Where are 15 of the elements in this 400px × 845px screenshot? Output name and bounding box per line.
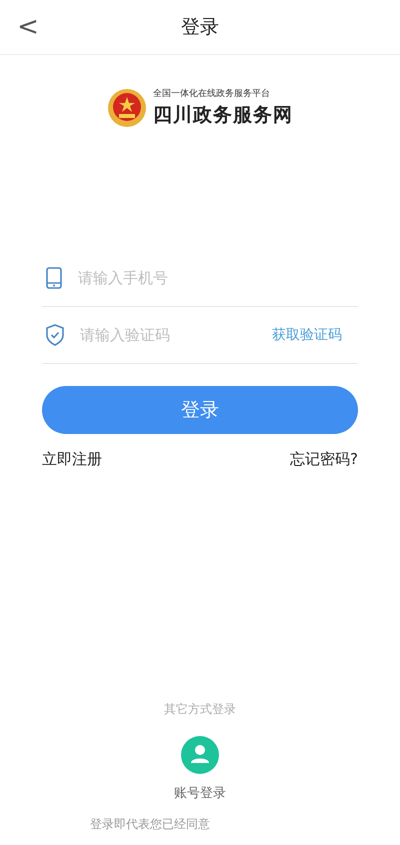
- agreement-text: 登录即代表您已经同意: [90, 816, 211, 833]
- code-input[interactable]: 请输入验证码: [78, 326, 258, 344]
- other-login-title: 其它方式登录: [163, 701, 237, 718]
- page-title: 登录: [180, 15, 220, 40]
- back-button[interactable]: <: [16, 12, 40, 42]
- phone-input[interactable]: 请输入手机号: [76, 268, 358, 288]
- register-link[interactable]: 立即注册: [42, 450, 102, 469]
- account-login-button[interactable]: 账号登录: [174, 736, 226, 802]
- phone-icon: [46, 267, 62, 289]
- shield-check-icon: [46, 324, 64, 346]
- emblem-icon: [107, 88, 147, 128]
- brand-name: 四川政务服务网: [153, 103, 293, 128]
- user-icon: [181, 736, 219, 774]
- brand-tagline: 全国一体化在线政务服务平台: [153, 88, 271, 100]
- forgot-password-link[interactable]: 忘记密码?: [290, 450, 358, 469]
